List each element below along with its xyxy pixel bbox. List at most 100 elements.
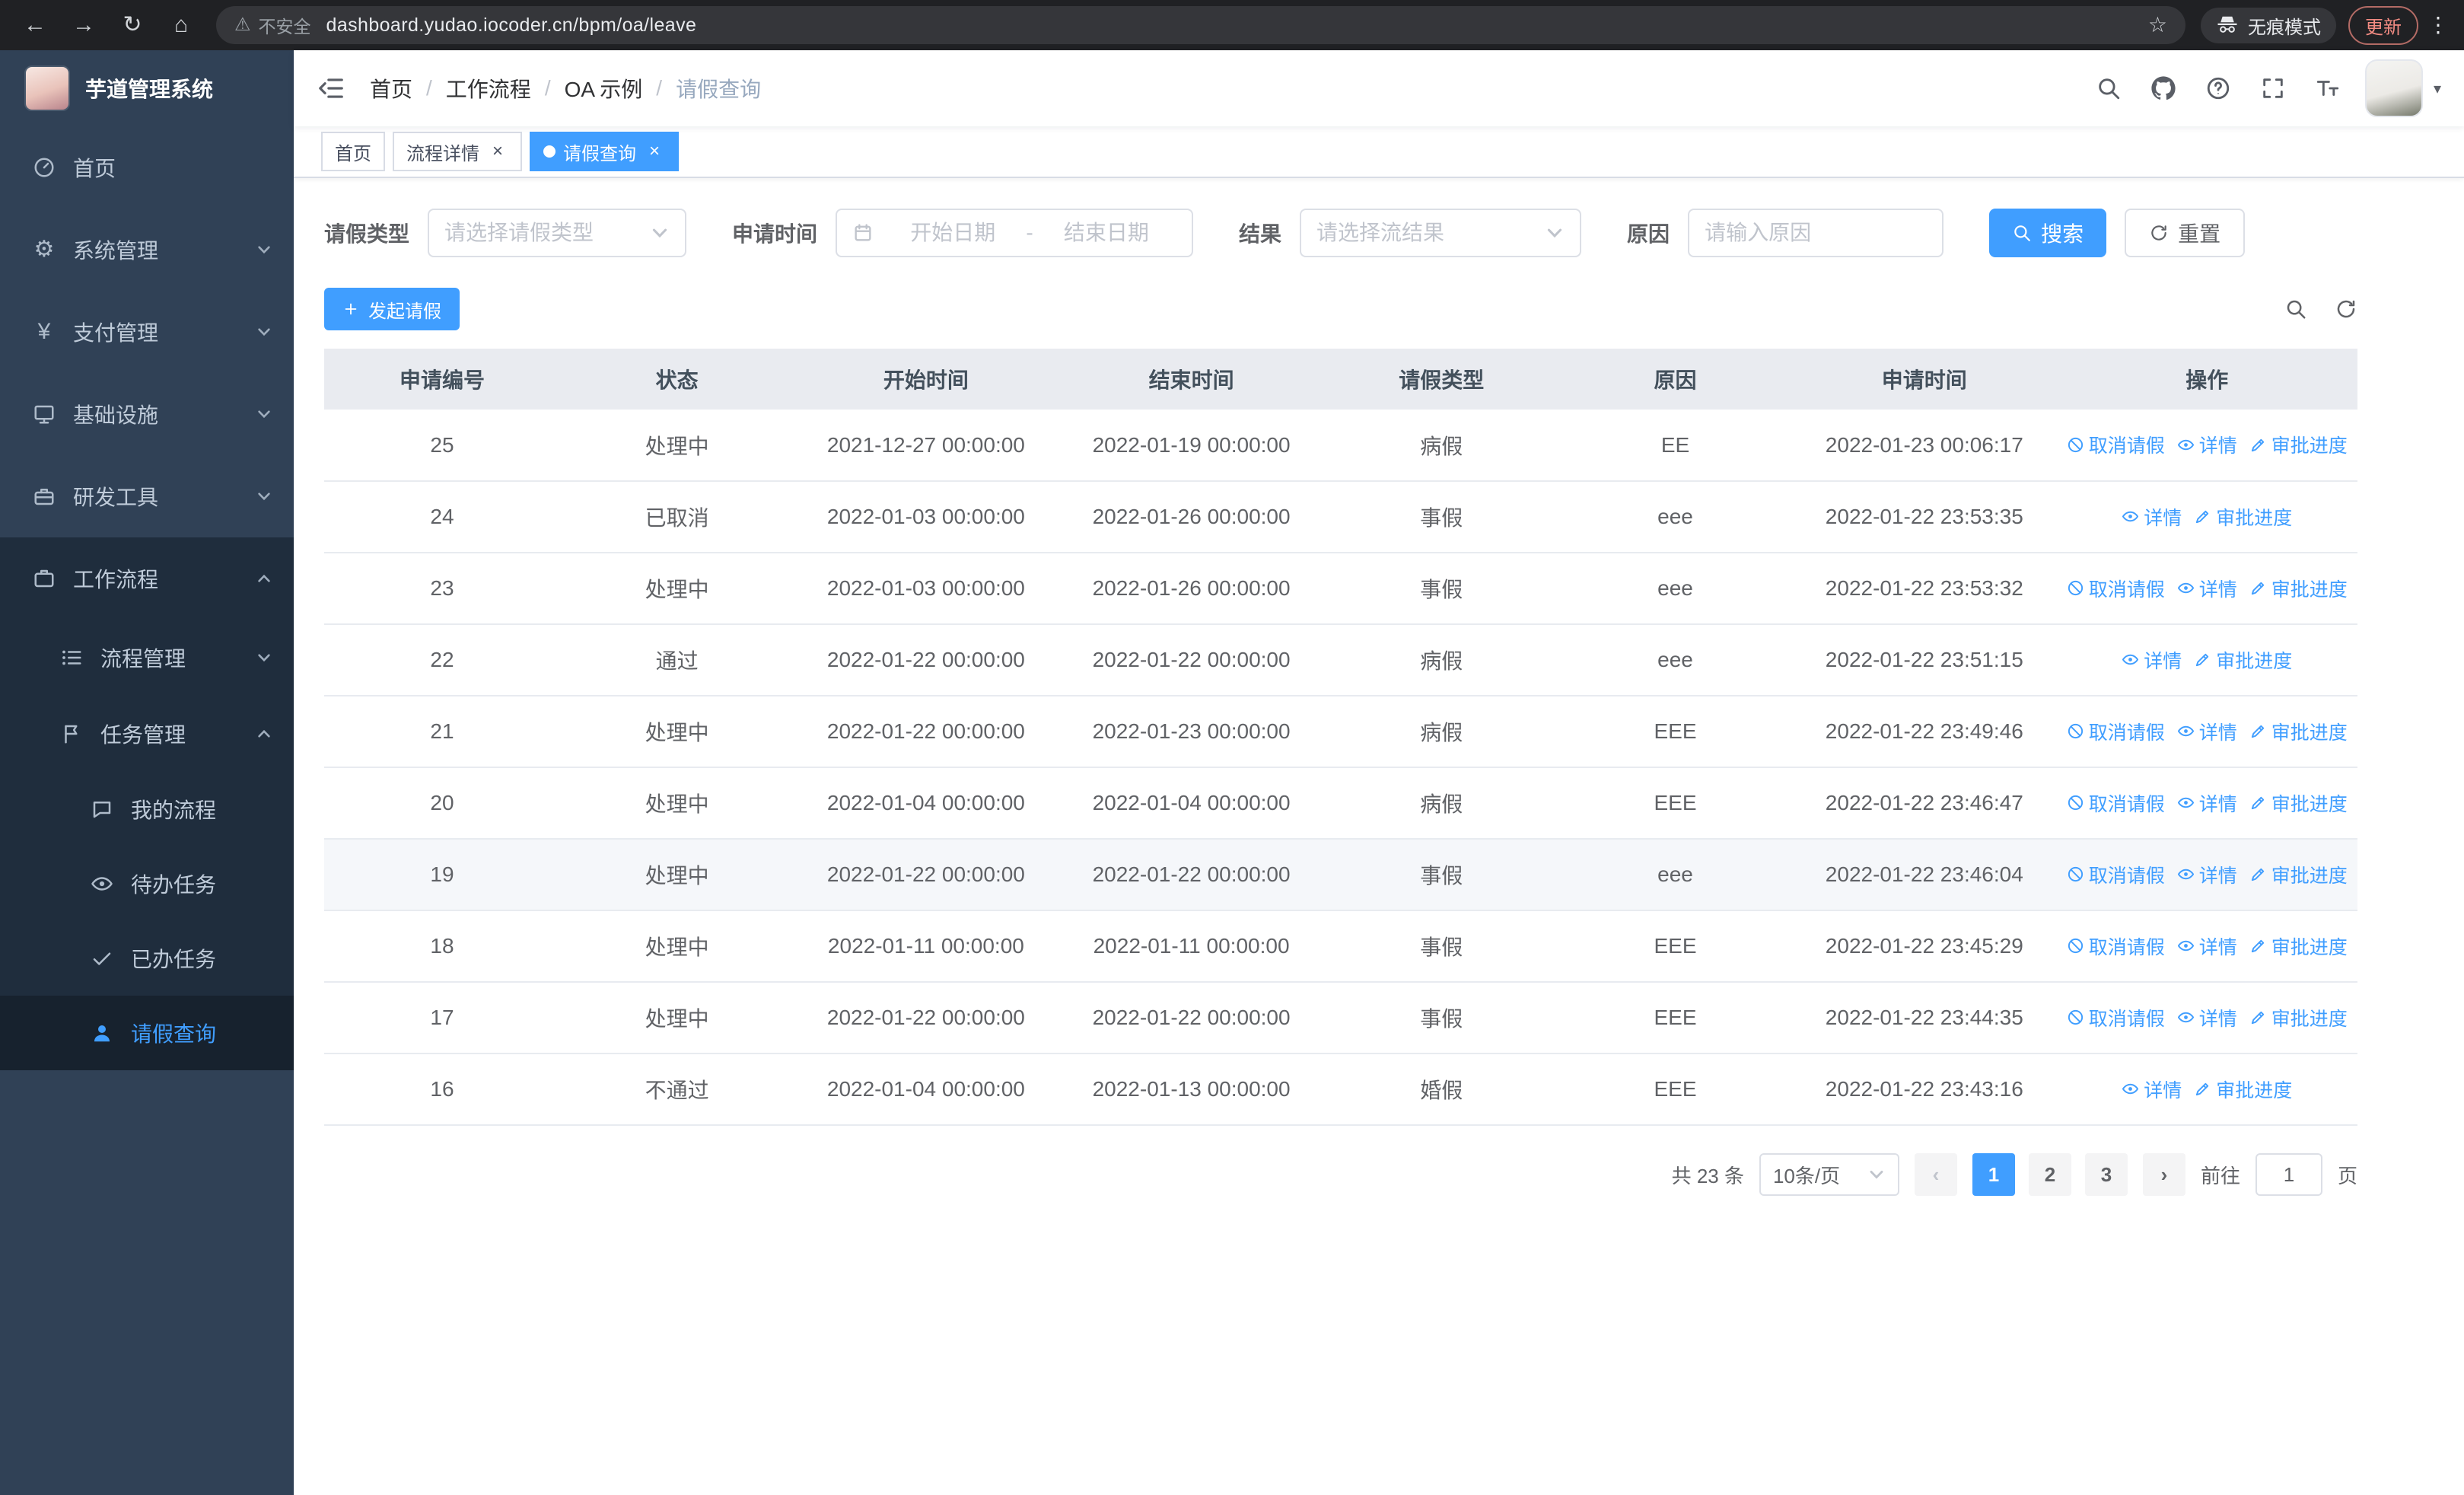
progress-action-link[interactable]: 审批进度 [2249, 932, 2348, 960]
goto-page-input[interactable] [2255, 1153, 2322, 1196]
column-header: 申请编号 [324, 349, 560, 410]
sidebar-item-infra[interactable]: 基础设施 [0, 373, 294, 455]
cancel-action-link[interactable]: 取消请假 [2067, 718, 2165, 745]
progress-action-link[interactable]: 审批进度 [2249, 1004, 2348, 1031]
detail-action-link[interactable]: 详情 [2177, 932, 2237, 960]
progress-action-link[interactable]: 审批进度 [2249, 431, 2348, 458]
breadcrumb-item[interactable]: OA 示例 [565, 73, 643, 104]
cancel-action-link[interactable]: 取消请假 [2067, 1004, 2165, 1031]
gear-icon: ⚙ [33, 237, 55, 262]
sidebar-item-done-task[interactable]: 已办任务 [0, 921, 294, 996]
security-chip[interactable]: ⚠ 不安全 [234, 12, 311, 38]
sidebar-item-task-mgmt[interactable]: 任务管理 [0, 696, 294, 772]
eye-icon [2177, 1009, 2195, 1026]
toggle-search-icon[interactable] [2284, 298, 2307, 320]
forward-icon[interactable]: → [64, 5, 103, 45]
sidebar-item-my-process[interactable]: 我的流程 [0, 772, 294, 846]
edit-icon [2249, 865, 2267, 883]
progress-action-link[interactable]: 审批进度 [2249, 575, 2348, 602]
cell-leave-type: 病假 [1324, 624, 1558, 696]
toolbox-icon [30, 485, 58, 508]
cancel-action-link[interactable]: 取消请假 [2067, 575, 2165, 602]
reason-input[interactable] [1705, 221, 1928, 245]
create-leave-button[interactable]: 发起请假 [324, 288, 460, 330]
app-logo[interactable]: 芋道管理系统 [0, 50, 294, 126]
cell-reason: eee [1558, 481, 1793, 553]
detail-action-link[interactable]: 详情 [2122, 503, 2182, 531]
next-page-button[interactable]: › [2142, 1153, 2185, 1196]
progress-action-link[interactable]: 审批进度 [2194, 503, 2292, 531]
search-button[interactable]: 搜索 [1989, 209, 2107, 257]
cell-apply-time: 2022-01-22 23:46:47 [1792, 767, 2057, 840]
breadcrumb-separator: / [656, 76, 663, 100]
help-icon[interactable] [2205, 75, 2231, 101]
page-button-3[interactable]: 3 [2084, 1153, 2128, 1196]
user-menu[interactable]: ▾ [2364, 59, 2441, 117]
end-date-input[interactable] [1036, 221, 1177, 245]
progress-action-link[interactable]: 审批进度 [2194, 1076, 2292, 1103]
cancel-action-link[interactable]: 取消请假 [2067, 789, 2165, 817]
search-icon[interactable] [2096, 75, 2122, 101]
home-icon[interactable]: ⌂ [161, 5, 201, 45]
detail-action-link[interactable]: 详情 [2177, 861, 2237, 888]
back-icon[interactable]: ← [15, 5, 55, 45]
bookmark-star-icon[interactable]: ☆ [2148, 14, 2167, 36]
detail-action-link[interactable]: 详情 [2177, 575, 2237, 602]
sidebar-item-process-mgmt[interactable]: 流程管理 [0, 620, 294, 696]
sidebar-item-devtools[interactable]: 研发工具 [0, 455, 294, 537]
chevron-down-icon [256, 488, 272, 505]
address-bar[interactable]: ⚠ 不安全 dashboard.yudao.iocoder.cn/bpm/oa/… [216, 6, 2185, 44]
detail-action-link[interactable]: 详情 [2177, 431, 2237, 458]
breadcrumb-item[interactable]: 首页 [370, 73, 412, 104]
progress-action-link[interactable]: 审批进度 [2249, 789, 2348, 817]
github-icon[interactable] [2150, 75, 2176, 101]
tags-view-tab[interactable]: 首页 [321, 132, 385, 171]
close-icon[interactable]: × [644, 141, 665, 162]
tags-view-tab[interactable]: 流程详情 × [393, 132, 522, 171]
sidebar-item-workflow[interactable]: 工作流程 [0, 537, 294, 620]
browser-menu-icon[interactable]: ⋮ [2427, 14, 2449, 36]
detail-action-link[interactable]: 详情 [2177, 718, 2237, 745]
start-date-input[interactable] [883, 221, 1023, 245]
cell-apply-id: 23 [324, 553, 560, 625]
progress-action-link[interactable]: 审批进度 [2194, 646, 2292, 674]
result-select[interactable] [1300, 209, 1582, 257]
sidebar-item-payment[interactable]: ¥ 支付管理 [0, 291, 294, 373]
page-button-2[interactable]: 2 [2028, 1153, 2071, 1196]
cell-reason: EEE [1558, 696, 1793, 768]
close-icon[interactable]: × [487, 141, 508, 162]
prev-page-button[interactable]: ‹ [1914, 1153, 1957, 1196]
refresh-table-icon[interactable] [2335, 298, 2357, 320]
detail-action-link[interactable]: 详情 [2177, 789, 2237, 817]
breadcrumb-item[interactable]: 工作流程 [446, 73, 531, 104]
result-select-input[interactable] [1316, 221, 1539, 245]
detail-action-link[interactable]: 详情 [2177, 1004, 2237, 1031]
tags-view-tab[interactable]: 请假查询 × [530, 132, 679, 171]
filter-label-reason: 原因 [1627, 222, 1670, 246]
sidebar-item-system[interactable]: ⚙ 系统管理 [0, 209, 294, 291]
progress-action-link[interactable]: 审批进度 [2249, 861, 2348, 888]
page-size-select[interactable]: 10条/页 [1759, 1153, 1899, 1196]
sidebar-item-todo-task[interactable]: 待办任务 [0, 846, 294, 921]
chat-icon [88, 798, 116, 821]
sidebar-toggle-icon[interactable] [317, 74, 345, 103]
leave-type-select-input[interactable] [444, 221, 645, 245]
sidebar-item-home[interactable]: 首页 [0, 126, 294, 209]
sidebar-item-leave-query[interactable]: 请假查询 [0, 996, 294, 1070]
cancel-action-link[interactable]: 取消请假 [2067, 431, 2165, 458]
detail-action-link[interactable]: 详情 [2122, 1076, 2182, 1103]
page-button-1[interactable]: 1 [1972, 1153, 2015, 1196]
fullscreen-icon[interactable] [2260, 75, 2286, 101]
filter-label-apply-time: 申请时间 [732, 222, 818, 246]
cell-actions: 取消请假 详情 审批进度 [2056, 839, 2357, 911]
reset-button[interactable]: 重置 [2125, 209, 2246, 257]
apply-time-range-picker[interactable]: - [836, 209, 1194, 257]
font-size-icon[interactable] [2315, 75, 2341, 101]
reload-icon[interactable]: ↻ [113, 5, 152, 45]
update-button[interactable]: 更新 [2348, 5, 2418, 45]
cancel-action-link[interactable]: 取消请假 [2067, 932, 2165, 960]
cancel-action-link[interactable]: 取消请假 [2067, 861, 2165, 888]
detail-action-link[interactable]: 详情 [2122, 646, 2182, 674]
leave-type-select[interactable] [428, 209, 687, 257]
progress-action-link[interactable]: 审批进度 [2249, 718, 2348, 745]
